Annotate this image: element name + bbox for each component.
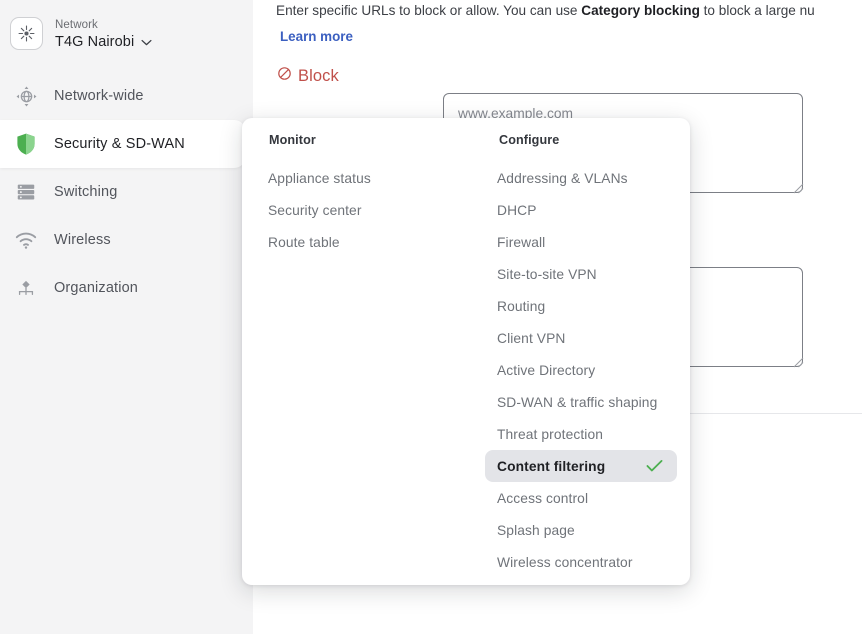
dropdown-item-label: Site-to-site VPN [497,266,597,282]
network-selector-value: T4G Nairobi [55,33,135,50]
globe-arrows-icon [12,82,40,110]
switch-stack-icon [12,178,40,206]
dropdown-item-label: Appliance status [268,170,371,186]
dropdown-item-label: Content filtering [497,458,606,474]
dropdown-item-access-control[interactable]: Access control [485,482,677,514]
dropdown-heading-configure: Configure [499,133,560,147]
dropdown-item-sd-wan-traffic-shaping[interactable]: SD-WAN & traffic shaping [485,386,677,418]
sidebar-item-label: Organization [54,280,139,296]
dropdown-item-addressing-vlans[interactable]: Addressing & VLANs [485,162,677,194]
intro-text: Enter specific URLs to block or allow. Y… [276,0,862,21]
sidebar-item-network-wide[interactable]: Network-wide [0,72,253,120]
dropdown-item-label: Access control [497,490,589,506]
network-selector-label: Network [55,18,98,31]
dropdown-item-threat-protection[interactable]: Threat protection [485,418,677,450]
dropdown-item-label: Route table [268,234,340,250]
sidebar-item-label: Switching [54,184,118,200]
dropdown-item-label: Client VPN [497,330,566,346]
dropdown-item-label: Routing [497,298,546,314]
dropdown-item-label: Addressing & VLANs [497,170,628,186]
dropdown-item-site-to-site-vpn[interactable]: Site-to-site VPN [485,258,677,290]
intro-bold: Category blocking [581,3,700,18]
dropdown-item-label: Threat protection [497,426,603,442]
sidebar-nav: Network-wide Security & SD-WAN Switching… [0,72,253,312]
dropdown-column-configure: Configure Addressing & VLANs DHCP Firewa… [472,118,690,578]
dropdown-item-firewall[interactable]: Firewall [485,226,677,258]
dropdown-item-content-filtering[interactable]: Content filtering [485,450,677,482]
dropdown-item-splash-page[interactable]: Splash page [485,514,677,546]
check-icon [646,459,663,473]
sidebar-item-switching[interactable]: Switching [0,168,253,216]
learn-more-link[interactable]: Learn more [280,29,353,44]
dropdown-item-route-table[interactable]: Route table [256,226,444,258]
dropdown-item-wireless-concentrator[interactable]: Wireless concentrator [485,546,677,578]
dropdown-item-dhcp[interactable]: DHCP [485,194,677,226]
dropdown-heading-monitor: Monitor [269,133,316,147]
no-entry-icon [277,66,292,86]
dropdown-item-client-vpn[interactable]: Client VPN [485,322,677,354]
security-sdwan-dropdown-menu: Monitor Appliance status Security center… [242,118,690,585]
sidebar-item-organization[interactable]: Organization [0,264,253,312]
network-selector-text: Network T4G Nairobi [55,15,152,52]
sidebar-item-label: Network-wide [54,88,144,104]
wifi-icon [12,226,40,254]
sidebar-item-security-sd-wan[interactable]: Security & SD-WAN [0,120,246,168]
block-section-title: Block [298,66,339,85]
dropdown-item-label: SD-WAN & traffic shaping [497,394,658,410]
intro-suffix: to block a large nu [699,3,815,18]
dropdown-item-label: DHCP [497,202,537,218]
dropdown-item-label: Firewall [497,234,546,250]
network-selector[interactable]: Network T4G Nairobi [10,10,190,56]
dropdown-item-routing[interactable]: Routing [485,290,677,322]
app-root: Network T4G Nairobi Network-wide Securit… [0,0,862,634]
block-section-header: Block [277,66,339,86]
network-hub-icon [10,16,43,50]
dropdown-item-label: Security center [268,202,362,218]
dropdown-item-label: Wireless concentrator [497,554,633,570]
dropdown-item-appliance-status[interactable]: Appliance status [256,162,444,194]
org-tree-icon [12,274,40,302]
sidebar-item-label: Wireless [54,232,111,248]
chevron-down-icon[interactable] [141,33,152,51]
dropdown-column-monitor: Monitor Appliance status Security center… [242,118,457,258]
intro-prefix: Enter specific URLs to block or allow. Y… [276,3,582,18]
sidebar: Network T4G Nairobi Network-wide Securit… [0,0,253,634]
dropdown-item-label: Active Directory [497,362,596,378]
sidebar-item-wireless[interactable]: Wireless [0,216,253,264]
dropdown-item-security-center[interactable]: Security center [256,194,444,226]
shield-icon [12,130,40,158]
dropdown-item-active-directory[interactable]: Active Directory [485,354,677,386]
dropdown-item-label: Splash page [497,522,575,538]
sidebar-item-label: Security & SD-WAN [54,136,185,152]
